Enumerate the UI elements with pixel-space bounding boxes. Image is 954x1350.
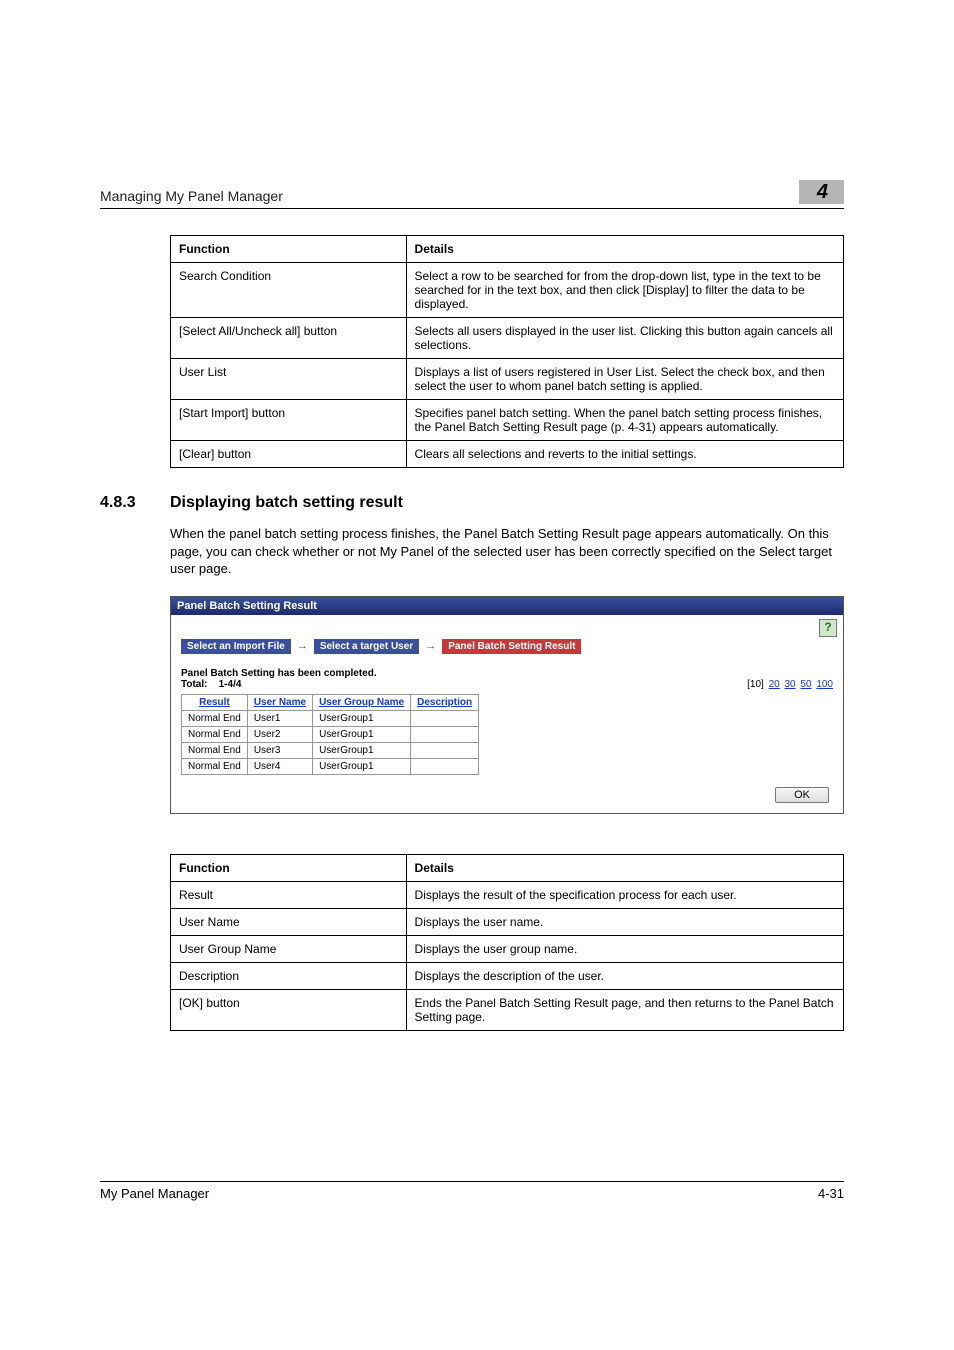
page-header-title: Managing My Panel Manager — [100, 188, 283, 204]
chevron-right-icon: → — [297, 640, 308, 652]
page-header: Managing My Panel Manager 4 — [100, 180, 844, 204]
pager-30[interactable]: 30 — [785, 679, 796, 690]
section-number: 4.8.3 — [100, 494, 170, 512]
col-group[interactable]: User Group Name — [313, 694, 411, 710]
col-desc[interactable]: Description — [411, 694, 479, 710]
cell-result: Normal End — [182, 742, 248, 758]
det-cell: Displays the description of the user. — [406, 962, 843, 989]
cell-desc — [411, 710, 479, 726]
func-cell: User List — [171, 359, 407, 400]
section-title: Displaying batch setting result — [170, 494, 403, 512]
det-cell: Ends the Panel Batch Setting Result page… — [406, 989, 843, 1030]
chevron-right-icon: → — [425, 640, 436, 652]
cell-result: Normal End — [182, 726, 248, 742]
func-cell: [Select All/Uncheck all] button — [171, 318, 407, 359]
cell-result: Normal End — [182, 710, 248, 726]
cell-user: User4 — [247, 758, 312, 774]
help-icon[interactable]: ? — [819, 619, 837, 637]
det-cell: Displays the result of the specification… — [406, 881, 843, 908]
table-row: User List Displays a list of users regis… — [171, 359, 844, 400]
table-row: Normal End User3 UserGroup1 — [182, 742, 479, 758]
det-cell: Specifies panel batch setting. When the … — [406, 400, 843, 441]
table-row: [Clear] button Clears all selections and… — [171, 441, 844, 468]
table-row: Normal End User4 UserGroup1 — [182, 758, 479, 774]
table-row: Normal End User1 UserGroup1 — [182, 710, 479, 726]
det-cell: Displays the user group name. — [406, 935, 843, 962]
cell-group: UserGroup1 — [313, 758, 411, 774]
tab-panel-batch-setting-result[interactable]: Panel Batch Setting Result — [442, 639, 581, 654]
pager: [10] 20 30 50 100 — [747, 679, 833, 690]
pager-current: [10] — [747, 679, 764, 690]
result-table: Result User Name User Group Name Descrip… — [181, 694, 479, 775]
det-cell: Clears all selections and reverts to the… — [406, 441, 843, 468]
cell-desc — [411, 758, 479, 774]
tab-select-import-file[interactable]: Select an Import File — [181, 639, 291, 654]
table-row: User Name Displays the user name. — [171, 908, 844, 935]
func-cell: User Group Name — [171, 935, 407, 962]
pager-20[interactable]: 20 — [769, 679, 780, 690]
func-cell: [Start Import] button — [171, 400, 407, 441]
total-label: Total: — [181, 679, 207, 690]
pager-100[interactable]: 100 — [816, 679, 833, 690]
det-cell: Displays the user name. — [406, 908, 843, 935]
det-cell: Displays a list of users registered in U… — [406, 359, 843, 400]
table-row: Result Displays the result of the specif… — [171, 881, 844, 908]
cell-group: UserGroup1 — [313, 710, 411, 726]
total-value: 1-4/4 — [219, 679, 242, 690]
cell-desc — [411, 726, 479, 742]
function-table-2: Function Details Result Displays the res… — [170, 854, 844, 1031]
func-cell: Search Condition — [171, 263, 407, 318]
cell-group: UserGroup1 — [313, 742, 411, 758]
cell-desc — [411, 742, 479, 758]
breadcrumb: Select an Import File → Select a target … — [181, 639, 833, 654]
screenshot-titlebar: Panel Batch Setting Result — [171, 597, 843, 615]
col-result[interactable]: Result — [182, 694, 248, 710]
section-body: When the panel batch setting process fin… — [170, 525, 844, 578]
table1-head-details: Details — [406, 236, 843, 263]
footer-left: My Panel Manager — [100, 1186, 209, 1201]
table-row: [OK] button Ends the Panel Batch Setting… — [171, 989, 844, 1030]
table2-head-details: Details — [406, 854, 843, 881]
func-cell: Description — [171, 962, 407, 989]
table-row: [Start Import] button Specifies panel ba… — [171, 400, 844, 441]
section-heading: 4.8.3 Displaying batch setting result — [100, 494, 844, 512]
header-rule — [100, 208, 844, 209]
table-row: Description Displays the description of … — [171, 962, 844, 989]
table2-head-function: Function — [171, 854, 407, 881]
cell-user: User1 — [247, 710, 312, 726]
cell-user: User2 — [247, 726, 312, 742]
func-cell: User Name — [171, 908, 407, 935]
func-cell: [OK] button — [171, 989, 407, 1030]
cell-group: UserGroup1 — [313, 726, 411, 742]
status-message: Panel Batch Setting has been completed. — [181, 668, 377, 679]
table-row: Search Condition Select a row to be sear… — [171, 263, 844, 318]
table-row: [Select All/Uncheck all] button Selects … — [171, 318, 844, 359]
func-cell: [Clear] button — [171, 441, 407, 468]
tab-select-target-user[interactable]: Select a target User — [314, 639, 419, 654]
cell-user: User3 — [247, 742, 312, 758]
ok-button[interactable]: OK — [775, 787, 829, 803]
det-cell: Selects all users displayed in the user … — [406, 318, 843, 359]
status-message-block: Panel Batch Setting has been completed. … — [181, 668, 377, 690]
panel-batch-result-screenshot: Panel Batch Setting Result ? Select an I… — [170, 596, 844, 814]
page-footer: My Panel Manager 4-31 — [100, 1181, 844, 1201]
table-row: User Group Name Displays the user group … — [171, 935, 844, 962]
det-cell: Select a row to be searched for from the… — [406, 263, 843, 318]
table-row: Normal End User2 UserGroup1 — [182, 726, 479, 742]
col-user[interactable]: User Name — [247, 694, 312, 710]
footer-right: 4-31 — [818, 1186, 844, 1201]
function-table-1: Function Details Search Condition Select… — [170, 235, 844, 468]
cell-result: Normal End — [182, 758, 248, 774]
table1-head-function: Function — [171, 236, 407, 263]
pager-50[interactable]: 50 — [800, 679, 811, 690]
page-header-badge: 4 — [799, 180, 844, 204]
func-cell: Result — [171, 881, 407, 908]
